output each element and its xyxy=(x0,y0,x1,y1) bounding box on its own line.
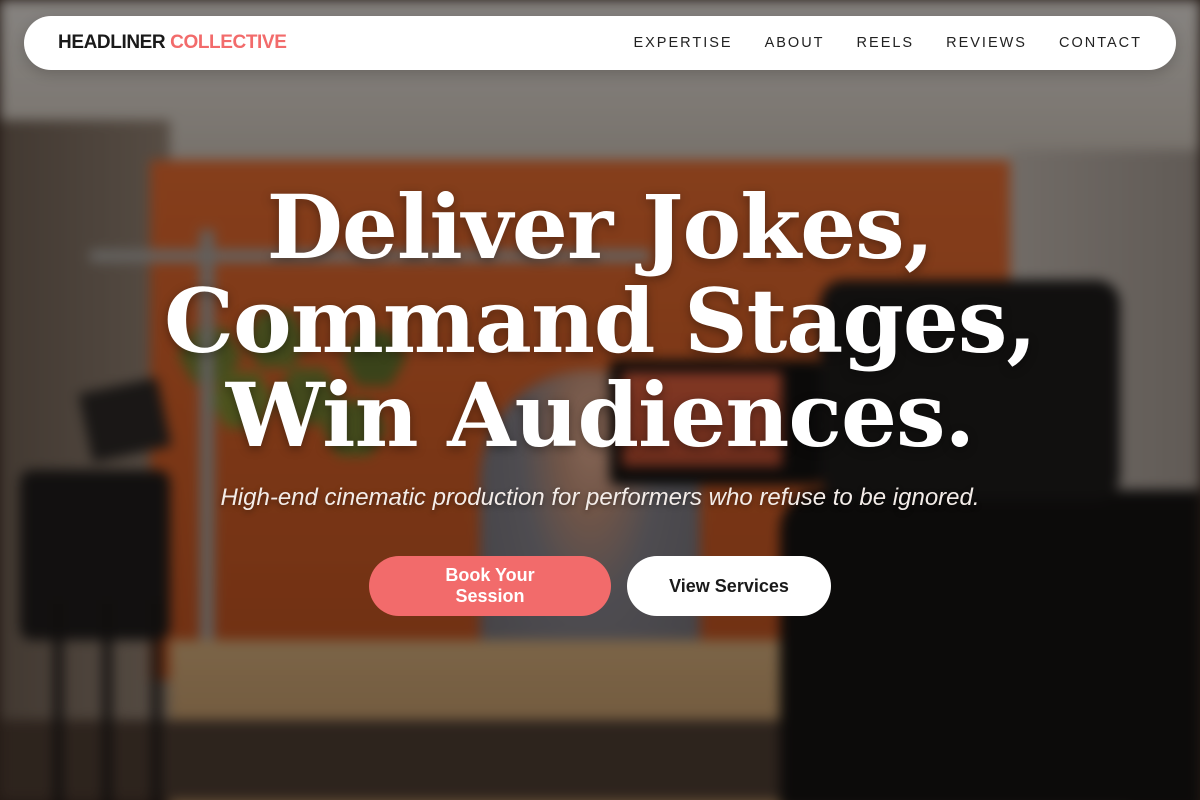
book-session-button[interactable]: Book Your Session xyxy=(369,556,611,616)
headline-line-2: Command Stages, xyxy=(163,269,1037,373)
cta-buttons: Book Your Session View Services xyxy=(0,556,1200,616)
brand-logo[interactable]: HEADLINER COLLECTIVE xyxy=(58,32,287,54)
hero-section: HEADLINER COLLECTIVE EXPERTISE ABOUT REE… xyxy=(0,0,1200,800)
top-navbar: HEADLINER COLLECTIVE EXPERTISE ABOUT REE… xyxy=(24,16,1176,70)
nav-link-expertise[interactable]: EXPERTISE xyxy=(633,35,732,51)
nav-link-contact[interactable]: CONTACT xyxy=(1059,35,1142,51)
hero-content: Deliver Jokes, Command Stages, Win Audie… xyxy=(0,180,1200,616)
headline-line-1: Deliver Jokes, xyxy=(266,175,935,279)
hero-headline: Deliver Jokes, Command Stages, Win Audie… xyxy=(0,180,1200,462)
headline-line-3: Win Audiences. xyxy=(225,363,975,467)
nav-link-reels[interactable]: REELS xyxy=(857,35,915,51)
nav-links: EXPERTISE ABOUT REELS REVIEWS CONTACT xyxy=(633,35,1142,51)
brand-name: HEADLINER xyxy=(58,32,166,53)
brand-name-accent: COLLECTIVE xyxy=(170,32,287,53)
view-services-button[interactable]: View Services xyxy=(627,556,831,616)
hero-subheadline: High-end cinematic production for perfor… xyxy=(220,484,980,511)
nav-link-reviews[interactable]: REVIEWS xyxy=(946,35,1027,51)
nav-link-about[interactable]: ABOUT xyxy=(765,35,825,51)
